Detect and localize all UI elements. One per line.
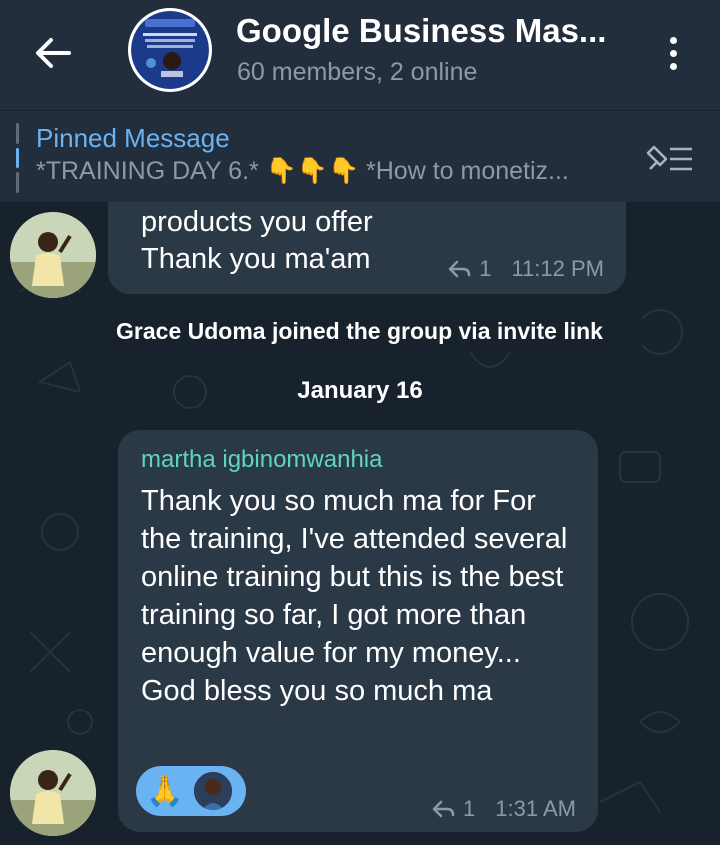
more-vertical-icon bbox=[669, 36, 677, 44]
more-menu-button[interactable] bbox=[658, 28, 688, 78]
pinned-list-icon bbox=[646, 145, 692, 171]
message-bubble[interactable]: martha igbinomwanhia Thank you so much m… bbox=[118, 430, 598, 832]
date-separator: January 16 bbox=[276, 370, 444, 412]
message-text: products you offer Thank you ma'am bbox=[141, 206, 373, 275]
reply-arrow-icon bbox=[448, 260, 471, 278]
reaction-chip[interactable]: 🙏 bbox=[136, 766, 246, 816]
arrow-left-icon bbox=[36, 38, 71, 68]
group-avatar[interactable] bbox=[128, 8, 212, 92]
message-list[interactable]: products you offer Thank you ma'am 1 11:… bbox=[0, 202, 720, 845]
user-avatar[interactable] bbox=[10, 750, 96, 836]
back-button[interactable] bbox=[28, 28, 78, 78]
pinned-list-button[interactable] bbox=[644, 141, 696, 177]
pinned-message-bar[interactable]: Pinned Message *TRAINING DAY 6.* 👇👇👇 *Ho… bbox=[0, 110, 720, 202]
message-text: Thank you so much ma for For the trainin… bbox=[141, 485, 568, 707]
sender-name[interactable]: martha igbinomwanhia bbox=[141, 446, 382, 474]
member-count: 60 members, 2 online bbox=[237, 58, 478, 86]
message-time: 11:12 PM bbox=[511, 256, 604, 281]
chat-header: Google Business Mas... 60 members, 2 onl… bbox=[0, 0, 720, 110]
reply-arrow-icon bbox=[432, 800, 455, 818]
chat-title[interactable]: Google Business Mas... bbox=[236, 12, 636, 50]
message-meta: 1 1:31 AM bbox=[431, 796, 576, 822]
service-message: Grace Udoma joined the group via invite … bbox=[72, 310, 647, 352]
reply-count: 1 bbox=[463, 796, 476, 821]
pinned-indicator bbox=[16, 123, 19, 194]
message-meta: 1 11:12 PM bbox=[447, 256, 604, 282]
user-avatar[interactable] bbox=[10, 212, 96, 298]
pray-icon: 🙏 bbox=[146, 774, 184, 808]
message-bubble[interactable]: products you offer Thank you ma'am 1 11:… bbox=[108, 202, 626, 294]
pinned-label: Pinned Message bbox=[36, 123, 230, 153]
message-time: 1:31 AM bbox=[495, 796, 576, 821]
pinned-text: *TRAINING DAY 6.* 👇👇👇 *How to monetiz... bbox=[36, 157, 569, 185]
reactor-avatar bbox=[192, 770, 234, 812]
reply-count: 1 bbox=[479, 256, 492, 281]
